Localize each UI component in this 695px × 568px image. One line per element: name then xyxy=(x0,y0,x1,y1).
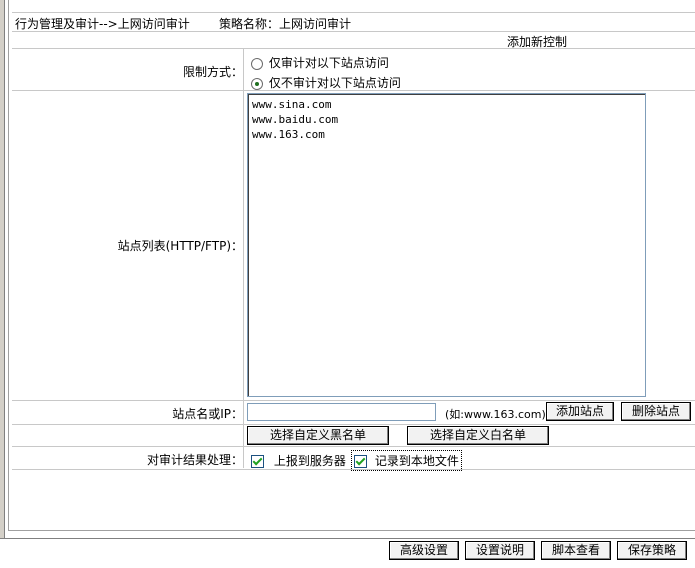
report-server-checkbox[interactable] xyxy=(251,455,264,468)
view-script-button[interactable]: 脚本查看 xyxy=(541,541,611,560)
radio-audit-only-indicator[interactable] xyxy=(251,57,263,70)
delete-site-button[interactable]: 删除站点 xyxy=(621,402,691,421)
radio-not-audit-label: 仅不审计对以下站点访问 xyxy=(268,76,401,90)
choose-blacklist-button[interactable]: 选择自定义黑名单 xyxy=(247,426,389,445)
report-server-label: 上报到服务器 xyxy=(273,454,346,468)
advanced-settings-button[interactable]: 高级设置 xyxy=(389,541,459,560)
site-list-textarea[interactable]: www.sina.com www.baidu.com www.163.com xyxy=(247,93,646,397)
site-list-line: www.163.com xyxy=(252,128,325,141)
policy-name: 策略名称：上网访问审计 xyxy=(219,17,352,31)
radio-not-audit-indicator[interactable] xyxy=(251,77,263,90)
radio-audit-only[interactable]: 仅审计对以下站点访问 xyxy=(251,54,389,71)
site-list-line: www.baidu.com xyxy=(252,113,339,126)
restriction-label: 限制方式： xyxy=(182,65,243,79)
result-handling-label: 对审计结果处理： xyxy=(146,453,243,467)
log-local-label: 记录到本地文件 xyxy=(374,454,459,468)
bottom-divider xyxy=(0,538,695,539)
header-bar: 行为管理及审计-->上网访问审计 策略名称：上网访问审计 xyxy=(12,12,695,32)
log-local-option[interactable]: 记录到本地文件 xyxy=(351,450,462,471)
left-frame-border xyxy=(0,0,5,538)
save-policy-button[interactable]: 保存策略 xyxy=(617,541,687,560)
radio-audit-only-label: 仅审计对以下站点访问 xyxy=(268,56,389,70)
log-local-checkbox[interactable] xyxy=(354,455,367,468)
site-name-input[interactable] xyxy=(247,403,436,421)
site-list-label: 站点列表(HTTP/FTP)： xyxy=(117,239,243,253)
settings-help-button[interactable]: 设置说明 xyxy=(465,541,535,560)
radio-not-audit[interactable]: 仅不审计对以下站点访问 xyxy=(251,74,401,91)
add-site-button[interactable]: 添加站点 xyxy=(546,402,614,421)
choose-whitelist-button[interactable]: 选择自定义白名单 xyxy=(407,426,549,445)
report-server-option[interactable]: 上报到服务器 xyxy=(251,452,346,469)
site-list-line: www.sina.com xyxy=(252,98,332,111)
site-input-hint: (如:www.163.com) xyxy=(445,408,546,421)
site-input-label: 站点名或IP： xyxy=(172,407,243,421)
column-divider xyxy=(243,48,244,468)
breadcrumb: 行为管理及审计-->上网访问审计 xyxy=(15,17,190,31)
